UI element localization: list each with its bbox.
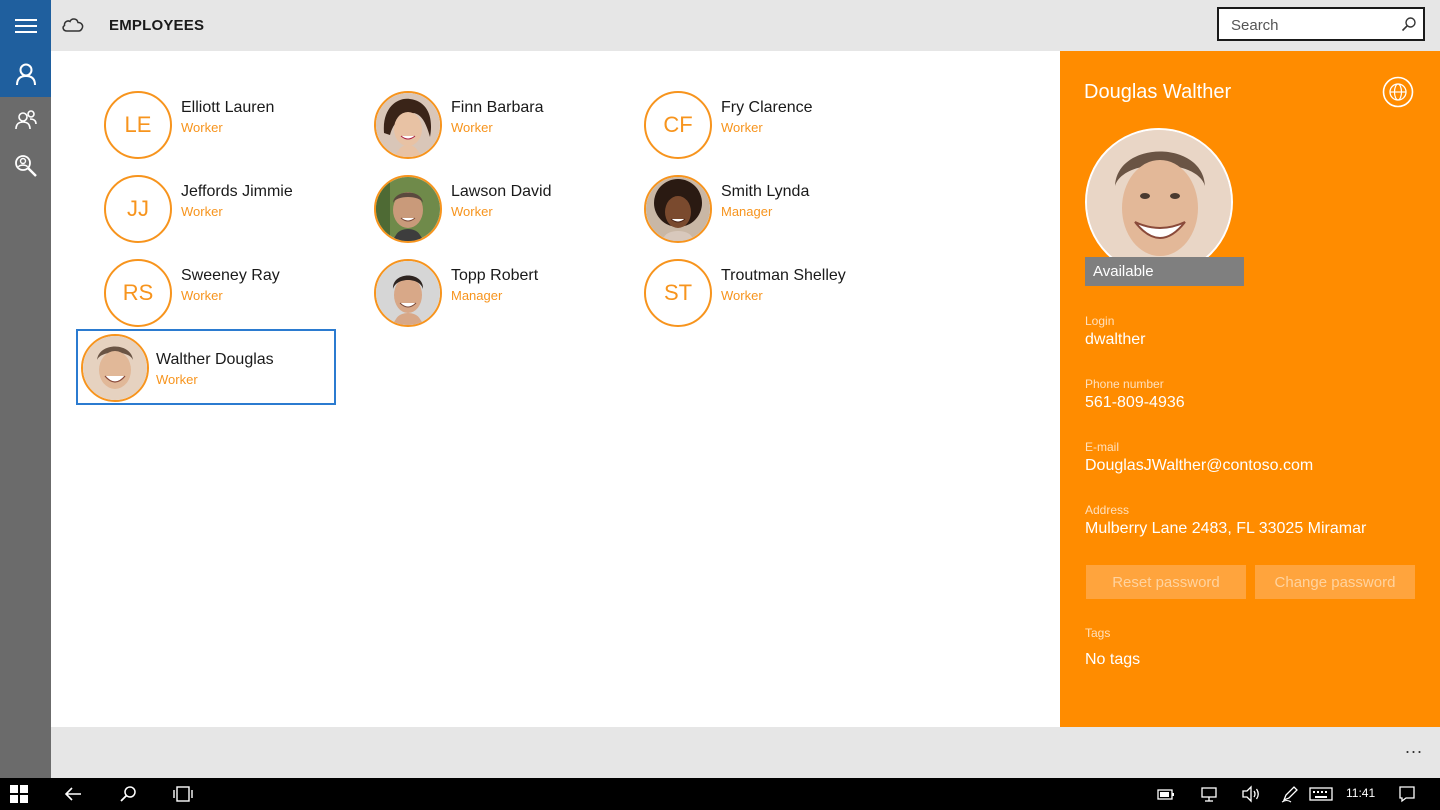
nav-employees-button[interactable] xyxy=(0,51,51,97)
avatar: RS xyxy=(104,259,172,327)
globe-icon[interactable] xyxy=(1382,76,1414,108)
login-label: Login xyxy=(1085,314,1115,328)
email-value: DouglasJWalther@contoso.com xyxy=(1085,457,1314,474)
employee-role: Worker xyxy=(181,204,223,219)
app-bar: ... xyxy=(51,727,1440,778)
employee-role: Worker xyxy=(721,288,763,303)
employee-name: Finn Barbara xyxy=(451,99,544,116)
employee-role: Worker xyxy=(181,288,223,303)
nav-groups-button[interactable] xyxy=(0,97,51,143)
employee-card[interactable]: Finn Barbara Worker xyxy=(346,79,606,159)
employee-name: Fry Clarence xyxy=(721,99,813,116)
page-title: EMPLOYEES xyxy=(109,17,205,34)
employee-role: Worker xyxy=(451,120,493,135)
employee-card[interactable]: CF Fry Clarence Worker xyxy=(616,79,876,159)
battery-icon[interactable] xyxy=(1157,785,1175,803)
change-password-button[interactable]: Change password xyxy=(1255,565,1415,599)
email-label: E-mail xyxy=(1085,440,1120,454)
taskbar-clock[interactable]: 11:41 xyxy=(1346,786,1375,800)
employee-name: Sweeney Ray xyxy=(181,267,280,284)
windows-start-icon[interactable] xyxy=(10,785,28,803)
avatar-photo xyxy=(376,177,440,241)
phone-value: 561-809-4936 xyxy=(1085,394,1185,411)
employee-name: Smith Lynda xyxy=(721,183,810,200)
back-arrow-icon[interactable] xyxy=(64,785,82,803)
hamburger-menu-button[interactable] xyxy=(0,0,51,51)
employee-card[interactable]: Topp Robert Manager xyxy=(346,247,606,327)
cloud-icon xyxy=(62,18,84,32)
avatar: CF xyxy=(644,91,712,159)
avatar-photo xyxy=(83,336,147,400)
avatar-photo xyxy=(376,261,440,325)
employee-role: Worker xyxy=(721,120,763,135)
employee-role: Worker xyxy=(451,204,493,219)
avatar: LE xyxy=(104,91,172,159)
task-view-icon[interactable] xyxy=(173,785,193,803)
detail-photo xyxy=(1085,128,1233,276)
employee-name: Lawson David xyxy=(451,183,552,200)
reset-password-button[interactable]: Reset password xyxy=(1086,565,1246,599)
avatar xyxy=(644,175,712,243)
people-icon xyxy=(14,110,37,130)
address-value: Mulberry Lane 2483, FL 33025 Miramar xyxy=(1085,520,1367,537)
avatar-photo xyxy=(376,93,440,157)
employee-card[interactable]: JJ Jeffords Jimmie Worker xyxy=(76,163,336,243)
employee-card-selected[interactable]: Walther Douglas Worker xyxy=(76,329,336,405)
employee-card[interactable]: ST Troutman Shelley Worker xyxy=(616,247,876,327)
employee-name: Topp Robert xyxy=(451,267,539,284)
top-bar: EMPLOYEES xyxy=(51,0,1440,51)
login-value: dwalther xyxy=(1085,331,1146,348)
employee-detail-panel: Douglas Walther Available Login dwalther… xyxy=(1060,51,1440,727)
address-label: Address xyxy=(1085,503,1130,517)
employee-role: Worker xyxy=(156,372,198,387)
nav-search-people-button[interactable] xyxy=(0,143,51,189)
avatar xyxy=(374,259,442,327)
network-icon[interactable] xyxy=(1200,785,1218,803)
avatar xyxy=(374,91,442,159)
pen-icon[interactable] xyxy=(1281,785,1299,803)
volume-icon[interactable] xyxy=(1241,785,1261,803)
employee-role: Worker xyxy=(181,120,223,135)
employee-name: Troutman Shelley xyxy=(721,267,846,284)
tags-value: No tags xyxy=(1085,651,1141,668)
employee-name: Walther Douglas xyxy=(156,351,274,368)
status-badge: Available xyxy=(1085,257,1244,286)
employee-name: Elliott Lauren xyxy=(181,99,275,116)
person-icon xyxy=(15,63,36,86)
employee-card[interactable]: RS Sweeney Ray Worker xyxy=(76,247,336,327)
avatar-photo xyxy=(646,177,710,241)
employee-name: Jeffords Jimmie xyxy=(181,183,293,200)
search-icon[interactable] xyxy=(1401,16,1417,32)
more-options-button[interactable]: ... xyxy=(1405,737,1423,758)
taskbar: 11:41 xyxy=(0,778,1440,810)
employee-card[interactable]: Lawson David Worker xyxy=(346,163,606,243)
employee-role: Manager xyxy=(451,288,503,303)
search-box[interactable] xyxy=(1217,7,1425,41)
avatar: ST xyxy=(644,259,712,327)
search-input[interactable] xyxy=(1229,15,1393,35)
notifications-icon[interactable] xyxy=(1398,785,1416,803)
people-search-icon xyxy=(14,155,37,177)
employee-grid: LE Elliott Lauren Worker Finn Barbara Wo… xyxy=(51,51,1060,727)
nav-rail xyxy=(0,0,51,778)
employee-card[interactable]: LE Elliott Lauren Worker xyxy=(76,79,336,159)
employee-card[interactable]: Smith Lynda Manager xyxy=(616,163,876,243)
keyboard-icon[interactable] xyxy=(1309,785,1333,803)
employee-role: Manager xyxy=(721,204,773,219)
avatar: JJ xyxy=(104,175,172,243)
menu-icon xyxy=(14,18,37,33)
detail-name: Douglas Walther xyxy=(1084,81,1232,103)
phone-label: Phone number xyxy=(1085,377,1164,391)
avatar xyxy=(374,175,442,243)
detail-avatar-photo xyxy=(1087,130,1231,274)
avatar xyxy=(81,334,149,402)
tags-label: Tags xyxy=(1085,626,1111,640)
search-icon[interactable] xyxy=(119,785,137,803)
